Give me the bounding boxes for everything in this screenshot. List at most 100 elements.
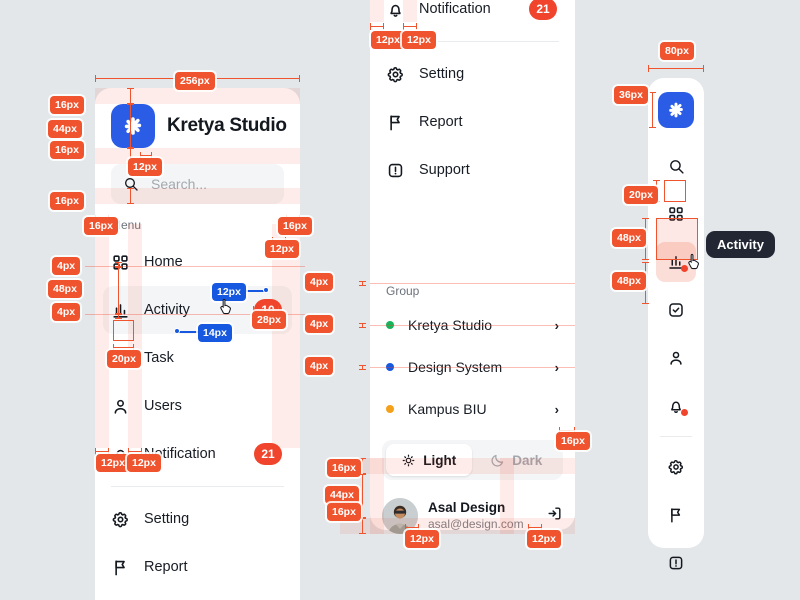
theme-option-label: Dark bbox=[512, 452, 543, 468]
measure-12 bbox=[140, 152, 152, 159]
group-item-label: Kampus BIU bbox=[408, 401, 487, 417]
guide-line bbox=[370, 325, 575, 326]
rail-item-report[interactable] bbox=[656, 495, 696, 535]
search-placeholder: Search... bbox=[151, 176, 208, 192]
sidebar-item-setting[interactable]: Setting bbox=[103, 495, 292, 543]
measure-chip: 48px bbox=[612, 272, 646, 290]
theme-option-dark[interactable]: Dark bbox=[474, 444, 560, 476]
measure-12 bbox=[403, 23, 417, 30]
measure-chip: 12px bbox=[371, 31, 405, 49]
profile-name: Asal Design bbox=[428, 499, 506, 515]
user-icon bbox=[114, 399, 127, 414]
measure-44 bbox=[127, 104, 134, 148]
measure-chip: 12px bbox=[405, 530, 439, 548]
measure-chip: 16px bbox=[327, 459, 361, 477]
measure-16 bbox=[559, 427, 575, 434]
mid-item-setting[interactable]: Setting bbox=[378, 50, 567, 98]
mid-item-notification[interactable]: Notification 21 bbox=[378, 0, 567, 33]
brand-name: Kretya Studio bbox=[167, 115, 287, 136]
gear-icon bbox=[387, 66, 403, 82]
measure-chip: 16px bbox=[50, 96, 84, 114]
status-badge: 21 bbox=[254, 443, 282, 465]
measure-44 bbox=[359, 474, 366, 518]
flag-icon bbox=[671, 508, 681, 523]
measure-4 bbox=[115, 314, 122, 319]
measure-16 bbox=[359, 518, 366, 534]
measure-chip: 36px bbox=[614, 86, 648, 104]
alert-square-icon bbox=[388, 163, 403, 177]
measure-12 bbox=[528, 524, 542, 531]
flag-icon bbox=[115, 559, 125, 575]
guide-line bbox=[370, 367, 575, 368]
measure-chip: 4px bbox=[305, 273, 334, 291]
mid-item-support[interactable]: Support bbox=[378, 146, 567, 194]
selection-box-grid-icon bbox=[664, 180, 686, 202]
measure-chip: 44px bbox=[325, 486, 359, 504]
measure-chip: 28px bbox=[252, 311, 286, 329]
gear-icon bbox=[112, 511, 128, 527]
group-section-label: Group bbox=[386, 284, 420, 298]
selection-box-task-icon bbox=[113, 320, 134, 341]
sidebar-item-report[interactable]: Report bbox=[103, 543, 292, 591]
measure-chip: 4px bbox=[305, 357, 334, 375]
rail-item-setting[interactable] bbox=[656, 447, 696, 487]
user-icon bbox=[670, 351, 682, 365]
measure-chip: 12px bbox=[527, 530, 561, 548]
measure-16 bbox=[127, 188, 134, 204]
chevron-right-icon: › bbox=[554, 401, 559, 417]
theme-toggle[interactable]: Light Dark bbox=[382, 440, 563, 480]
measure-12 bbox=[405, 524, 419, 531]
search-icon bbox=[125, 178, 138, 191]
measure-chip: 48px bbox=[612, 229, 646, 247]
sun-icon bbox=[402, 454, 415, 466]
theme-option-light[interactable]: Light bbox=[386, 444, 472, 476]
measure-chip: 256px bbox=[175, 72, 215, 90]
asterisk-logo-icon bbox=[111, 104, 155, 148]
measure-chip: 16px bbox=[84, 217, 118, 235]
bell-icon bbox=[390, 4, 401, 17]
rail-item-task[interactable] bbox=[656, 290, 696, 330]
profile-text: Asal Design asal@design.com bbox=[428, 500, 524, 532]
measure-chip: 12px bbox=[265, 240, 299, 258]
measure-chip: 12px bbox=[127, 454, 161, 472]
measure-36 bbox=[649, 92, 656, 128]
sidebar-detail-panel: Notification 21 Setting Report Support G… bbox=[370, 0, 575, 534]
measure-4 bbox=[359, 323, 366, 328]
mid-item-label: Setting bbox=[419, 66, 465, 82]
activity-tooltip: Activity bbox=[706, 231, 775, 258]
measure-chip: 20px bbox=[107, 350, 141, 368]
expanded-sidebar-panel: Kretya Studio Search... Menu Home Activi… bbox=[95, 88, 300, 600]
sidebar-item-label: Activity bbox=[144, 302, 190, 318]
guide-line bbox=[370, 283, 575, 284]
group-item-kampus-biu[interactable]: Kampus BIU › bbox=[378, 388, 567, 430]
sidebar-item-home[interactable]: Home bbox=[103, 238, 292, 286]
connector-dot bbox=[174, 328, 180, 334]
sidebar-item-label: Users bbox=[144, 398, 182, 414]
connector bbox=[178, 331, 200, 333]
measure-48 bbox=[115, 267, 122, 314]
avatar bbox=[382, 498, 418, 534]
rail-item-notification[interactable] bbox=[656, 386, 696, 426]
gear-icon bbox=[668, 459, 684, 475]
measure-chip: 12px bbox=[128, 158, 162, 176]
flag-icon bbox=[390, 114, 400, 130]
measure-16 bbox=[359, 458, 366, 474]
measure-12 bbox=[370, 23, 384, 30]
rail-item-support[interactable] bbox=[656, 543, 696, 583]
sidebar-item-label: Home bbox=[144, 254, 183, 270]
mid-item-label: Notification bbox=[419, 1, 491, 17]
sidebar-item-support[interactable]: Support bbox=[103, 591, 292, 600]
logout-icon[interactable] bbox=[546, 505, 563, 527]
mid-item-label: Support bbox=[419, 162, 470, 178]
measure-chip: 14px bbox=[198, 324, 232, 342]
rail-item-users[interactable] bbox=[656, 338, 696, 378]
divider bbox=[660, 436, 692, 437]
measure-12 bbox=[128, 448, 142, 455]
mid-item-report[interactable]: Report bbox=[378, 98, 567, 146]
measure-4 bbox=[359, 365, 366, 370]
measure-chip: 4px bbox=[52, 257, 81, 275]
bar-chart-icon bbox=[113, 303, 128, 318]
measure-chip: 48px bbox=[48, 280, 82, 298]
sidebar-item-users[interactable]: Users bbox=[103, 382, 292, 430]
sidebar-item-label: Report bbox=[144, 559, 188, 575]
